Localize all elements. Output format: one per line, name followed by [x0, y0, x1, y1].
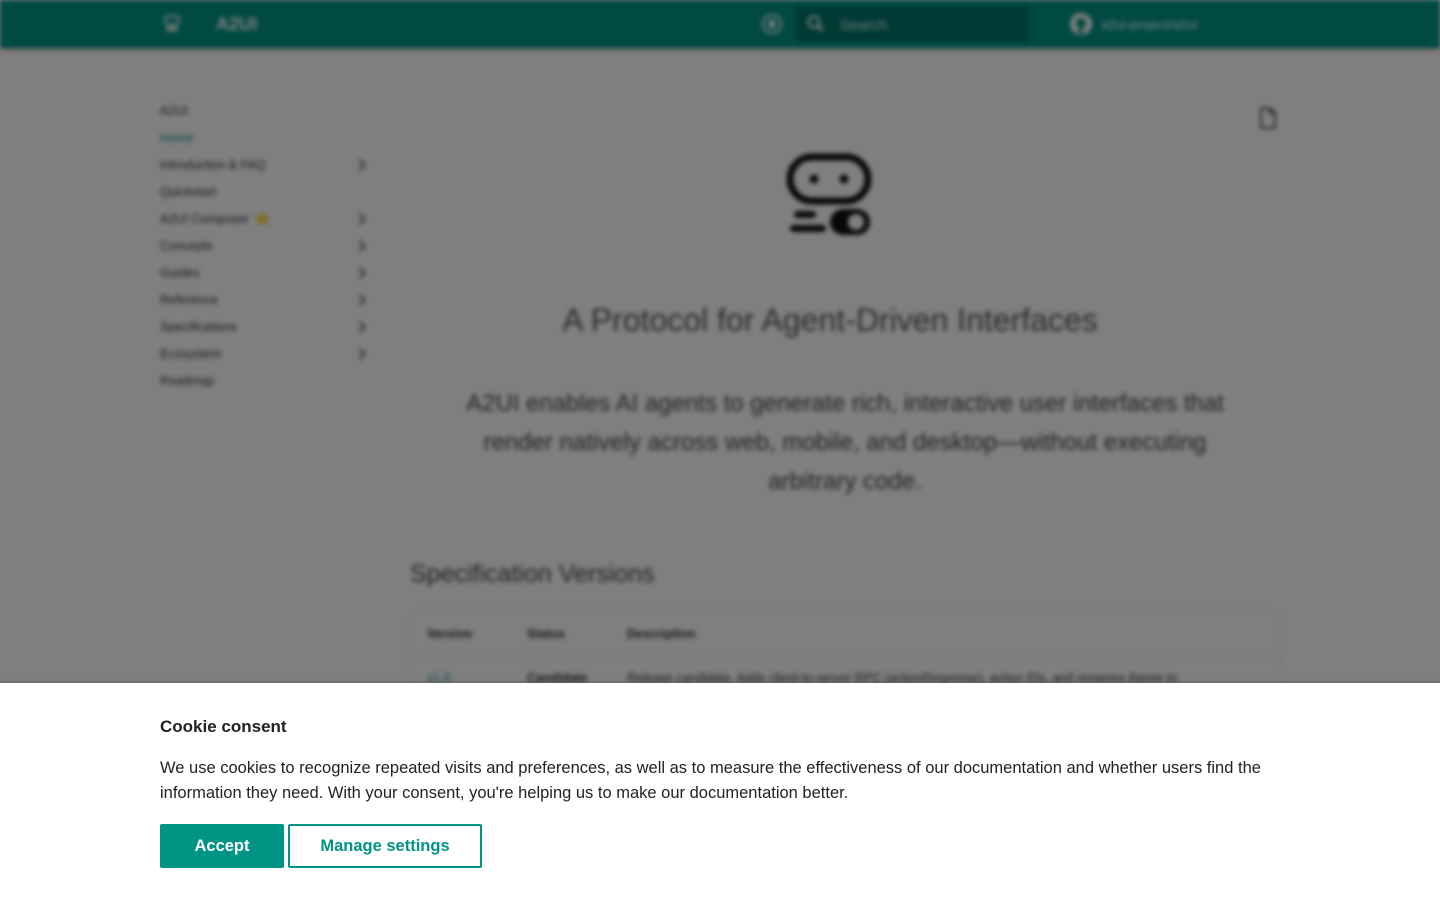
manage-settings-button[interactable]: Manage settings — [288, 824, 482, 868]
consent-title: Cookie consent — [160, 717, 287, 736]
consent-text: We use cookies to recognize repeated vis… — [160, 759, 1261, 802]
cookie-consent-banner: Cookie consent We use cookies to recogni… — [0, 683, 1440, 900]
accept-button[interactable]: Accept — [160, 824, 284, 868]
